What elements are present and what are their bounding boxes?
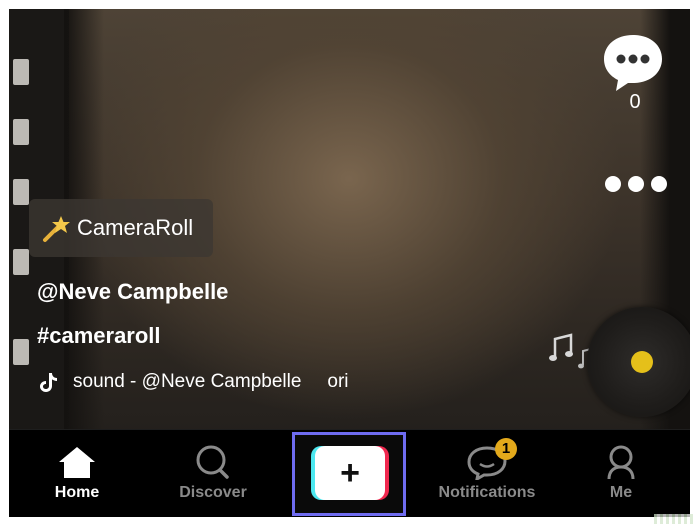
- home-icon: [59, 447, 95, 478]
- music-disc[interactable]: [587, 307, 690, 417]
- effect-tag[interactable]: CameraRoll: [29, 199, 213, 257]
- watermark: [654, 514, 696, 524]
- nav-discover-label: Discover: [179, 484, 247, 501]
- disc-center: [631, 351, 653, 373]
- comment-icon[interactable]: [602, 31, 664, 93]
- video-username[interactable]: @Neve Campbelle: [37, 279, 228, 305]
- nav-me-label: Me: [609, 484, 633, 501]
- sound-text: sound - @Neve Campbelle: [73, 371, 302, 392]
- nav-notifications[interactable]: 1 Notifications: [437, 430, 537, 517]
- sound-info[interactable]: sound - @Neve Campbelle ori: [37, 371, 349, 393]
- nav-home-label: Home: [54, 484, 100, 501]
- nav-discover[interactable]: Discover: [173, 430, 253, 517]
- create-button[interactable]: +: [311, 446, 389, 500]
- sound-suffix: ori: [327, 371, 349, 392]
- nav-notifications-label: Notifications: [438, 484, 536, 501]
- nav-me[interactable]: Me: [601, 430, 641, 517]
- plus-icon: +: [315, 446, 385, 500]
- tiktok-note-icon: [40, 373, 57, 392]
- nav-home[interactable]: Home: [47, 430, 107, 517]
- create-highlight: +: [292, 432, 406, 516]
- tiktok-screen: 0 CameraRoll @Neve Campbelle #cameraroll…: [9, 9, 690, 517]
- effect-label: CameraRoll: [77, 215, 194, 240]
- comment-count: 0: [629, 91, 641, 113]
- bottom-nav: Home Discover + 1 Notifications Me: [9, 429, 690, 517]
- notifications-badge: 1: [495, 438, 517, 460]
- magic-wand-icon: [43, 216, 70, 242]
- profile-icon: [607, 445, 635, 480]
- search-icon: [196, 445, 229, 479]
- video-hashtag[interactable]: #cameraroll: [37, 323, 161, 349]
- more-icon[interactable]: [603, 174, 669, 194]
